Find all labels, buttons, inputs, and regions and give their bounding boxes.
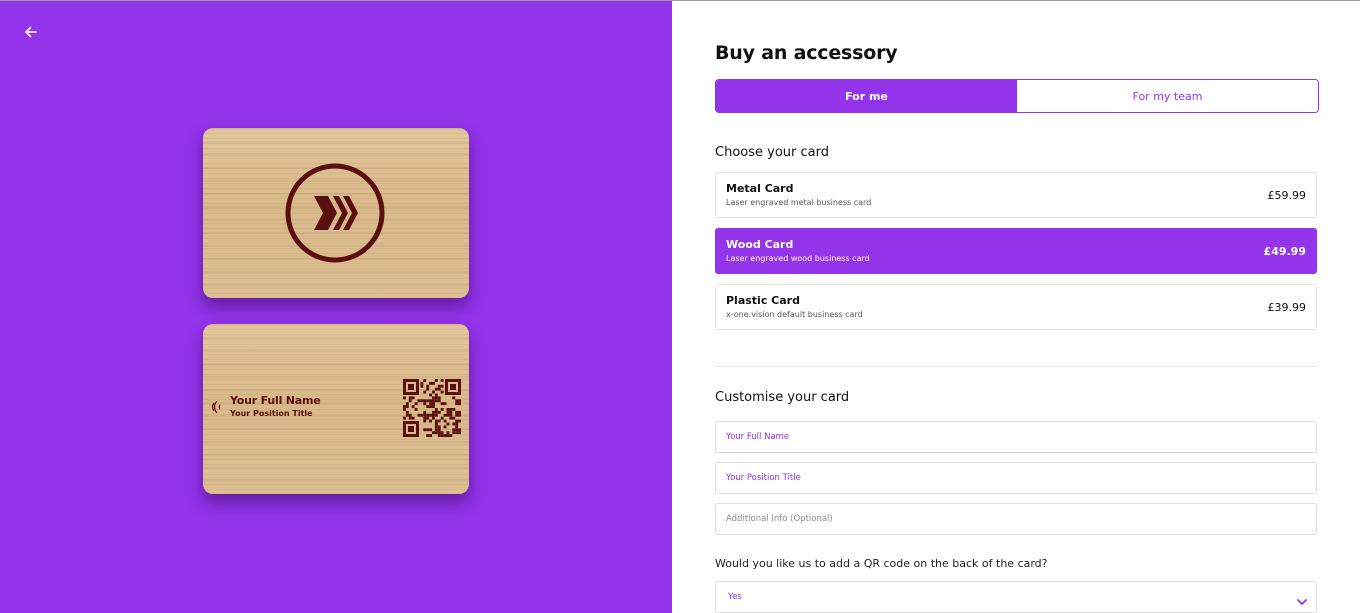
- nfc-wave-icon: [210, 399, 224, 415]
- customise-heading: Customise your card: [715, 390, 850, 405]
- audience-tabs: For me For my team: [715, 79, 1319, 113]
- choose-card-heading: Choose your card: [715, 145, 829, 160]
- card-preview-panel: Your Full Name Your Position Title: [0, 1, 672, 613]
- card-option-metal[interactable]: Metal Card Laser engraved metal business…: [715, 172, 1317, 218]
- section-divider: [715, 366, 1317, 367]
- card-option-plastic[interactable]: Plastic Card x-one.vision default busine…: [715, 284, 1317, 330]
- tab-for-my-team[interactable]: For my team: [1017, 80, 1318, 112]
- option-name: Plastic Card: [726, 294, 800, 307]
- qr-question-label: Would you like us to add a QR code on th…: [715, 557, 1048, 570]
- position-title-input[interactable]: [715, 462, 1317, 494]
- card-front-preview: [203, 128, 469, 298]
- x-logo-icon: [285, 163, 385, 263]
- full-name-input[interactable]: [715, 421, 1317, 453]
- card-position-text: Your Position Title: [230, 409, 313, 418]
- qr-code-icon: [403, 379, 461, 437]
- purchase-panel: Buy an accessory For me For my team Choo…: [672, 1, 1360, 613]
- option-description: Laser engraved wood business card: [726, 254, 870, 263]
- tab-for-me[interactable]: For me: [716, 80, 1017, 112]
- chevron-down-icon: [1296, 592, 1308, 605]
- card-name-text: Your Full Name: [230, 394, 321, 407]
- option-price: £59.99: [1267, 189, 1307, 202]
- option-name: Metal Card: [726, 182, 794, 195]
- option-description: x-one.vision default business card: [726, 310, 863, 319]
- page-title: Buy an accessory: [715, 42, 898, 64]
- option-name: Wood Card: [726, 238, 794, 251]
- arrow-left-icon[interactable]: [22, 23, 40, 41]
- card-option-wood[interactable]: Wood Card Laser engraved wood business c…: [715, 228, 1317, 274]
- qr-code-select[interactable]: Yes: [715, 581, 1317, 613]
- option-price: £39.99: [1267, 301, 1307, 314]
- card-back-preview: Your Full Name Your Position Title: [203, 324, 469, 494]
- option-description: Laser engraved metal business card: [726, 198, 872, 207]
- qr-select-value: Yes: [728, 592, 742, 602]
- additional-info-input[interactable]: [715, 503, 1317, 535]
- option-price: £49.99: [1263, 245, 1306, 258]
